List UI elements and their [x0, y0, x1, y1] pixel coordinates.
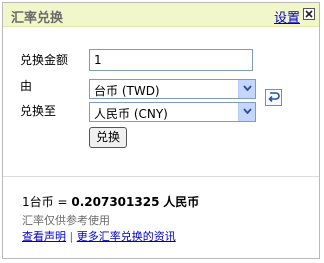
link-separator: | — [69, 230, 74, 243]
result-rate: 0.207301325 — [71, 195, 160, 209]
chevron-down-icon[interactable] — [238, 80, 255, 98]
amount-input[interactable] — [89, 49, 253, 71]
result-source: 1台币 — [22, 195, 54, 209]
settings-link[interactable]: 设置 — [274, 7, 300, 26]
currency-converter-widget: 汇率兑换 设置 兑换金额 由 台币 (TWD) 兑换至 人民币 (CNY) 兑换… — [2, 2, 320, 259]
result-target: 人民币 — [163, 195, 200, 209]
widget-title: 汇率兑换 — [11, 11, 64, 26]
convert-button[interactable]: 兑换 — [89, 127, 127, 148]
swap-icon[interactable] — [265, 89, 282, 106]
chevron-down-icon[interactable] — [238, 103, 255, 121]
result-equals: = — [57, 195, 68, 209]
to-currency-value: 人民币 (CNY) — [94, 107, 168, 121]
view-disclaimer-link[interactable]: 查看声明 — [22, 230, 66, 243]
from-currency-select[interactable]: 台币 (TWD) — [89, 79, 256, 99]
conversion-result: 1台币 = 0.207301325 人民币 — [22, 193, 199, 210]
from-currency-value: 台币 (TWD) — [94, 84, 160, 98]
amount-label: 兑换金额 — [20, 53, 69, 67]
to-currency-select[interactable]: 人民币 (CNY) — [89, 102, 256, 122]
footer-links: 查看声明 | 更多汇率兑换的资讯 — [22, 228, 176, 244]
disclaimer-note: 汇率仅供参考使用 — [22, 214, 110, 227]
title-bar: 汇率兑换 设置 — [3, 3, 319, 27]
to-label: 兑换至 — [20, 104, 57, 118]
divider — [3, 176, 319, 177]
from-label: 由 — [20, 79, 33, 93]
close-icon[interactable] — [303, 8, 315, 20]
more-info-link[interactable]: 更多汇率兑换的资讯 — [77, 230, 176, 243]
